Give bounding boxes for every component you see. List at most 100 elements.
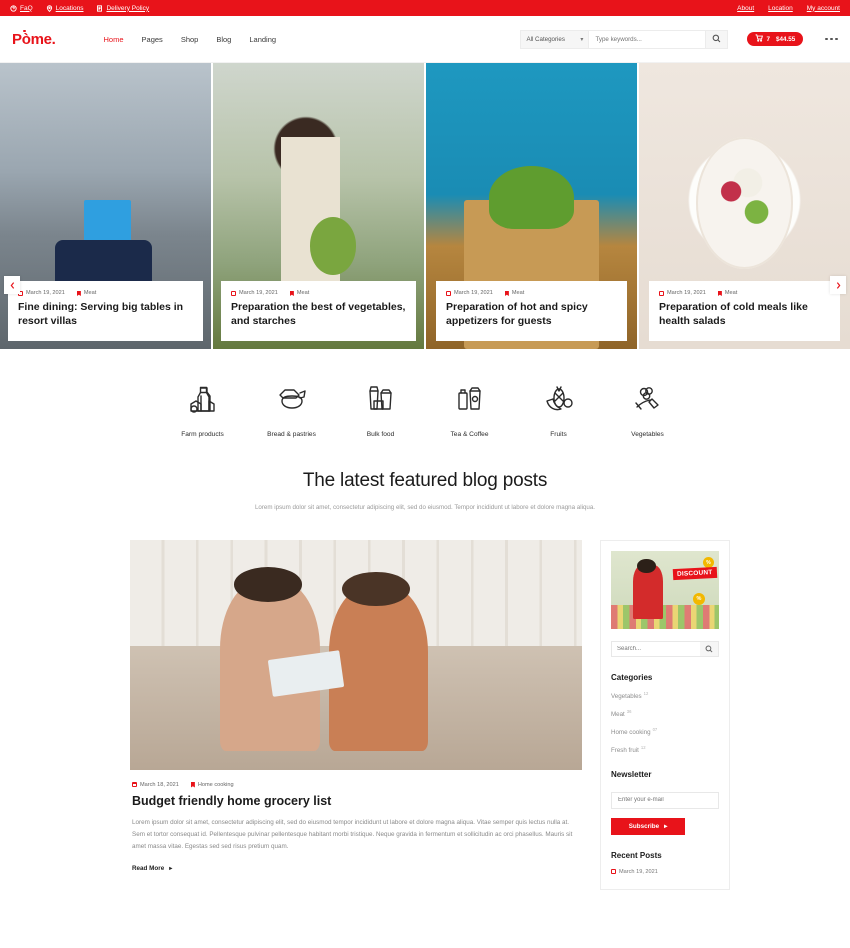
nav-item-pages[interactable]: Pages xyxy=(142,35,163,44)
logo-dot-icon xyxy=(23,29,26,32)
topbar-right-links: About Location My account xyxy=(737,5,840,12)
calendar-icon xyxy=(231,290,236,296)
sidebar-category-label: Meat xyxy=(611,710,625,718)
recent-post-date: March 19, 2021 xyxy=(619,868,658,875)
site-logo[interactable]: Pòme. xyxy=(12,29,60,48)
category-bulk-food[interactable]: Bulk food xyxy=(336,379,425,438)
slide-title[interactable]: Preparation of cold meals like health sa… xyxy=(659,301,830,329)
post-body: March 18, 2021 Home cooking Budget frien… xyxy=(130,770,582,872)
sidebar-category-meat[interactable]: Meat 36 xyxy=(611,709,719,718)
slide-date: March 19, 2021 xyxy=(659,290,706,296)
slide-date-label: March 19, 2021 xyxy=(454,290,493,297)
category-select[interactable]: All Categories ▾ xyxy=(520,29,589,49)
category-bread-pastries[interactable]: Bread & pastries xyxy=(247,379,336,438)
recent-post-item[interactable]: March 19, 2021 xyxy=(611,869,719,875)
post-meta: March 18, 2021 Home cooking xyxy=(132,782,580,788)
category-shortcuts: Farm products Bread & pastries Bulk food… xyxy=(0,349,850,460)
nav-item-shop[interactable]: Shop xyxy=(181,35,199,44)
sidebar-recent-posts-title: Recent Posts xyxy=(611,850,662,860)
read-more-button[interactable]: Read More ▸ xyxy=(132,865,580,872)
slide-category-label: Meat xyxy=(724,290,738,297)
bookmark-icon xyxy=(289,290,294,297)
carousel-slide[interactable]: March 19, 2021 Meat Preparation of cold … xyxy=(639,63,850,349)
topbar-link-delivery-policy-label: Delivery Policy xyxy=(106,4,150,12)
percent-badge-icon: % xyxy=(693,592,705,605)
sidebar-category-vegetables[interactable]: Vegetables 12 xyxy=(611,691,719,700)
topbar-link-faq-label: FaQ xyxy=(20,4,33,12)
calendar-icon xyxy=(132,782,137,788)
post-date: March 18, 2021 xyxy=(132,782,179,788)
category-label: Bulk food xyxy=(366,431,395,438)
slide-category-label: Meat xyxy=(83,290,97,297)
page-title: The latest featured blog posts xyxy=(302,470,548,491)
sidebar-category-label: Vegetables xyxy=(611,692,642,700)
nav-item-blog[interactable]: Blog xyxy=(216,35,231,44)
carousel-next-button[interactable] xyxy=(830,276,846,294)
slide-date-label: March 19, 2021 xyxy=(239,290,278,297)
search-button[interactable] xyxy=(706,29,729,49)
category-farm-products[interactable]: Farm products xyxy=(158,379,247,438)
sidebar-search-input[interactable] xyxy=(612,641,700,656)
slide-title[interactable]: Preparation the best of vegetables, and … xyxy=(231,301,406,329)
category-fruits[interactable]: Fruits xyxy=(514,379,603,438)
post-cover-image-two-women-kitchen[interactable] xyxy=(130,539,582,770)
promo-banner-discount[interactable]: % DISCOUNT % xyxy=(611,550,719,629)
slide-date: March 19, 2021 xyxy=(231,290,278,296)
carousel-prev-button[interactable] xyxy=(4,276,20,294)
slide-title[interactable]: Fine dining: Serving big tables in resor… xyxy=(18,301,193,329)
sidebar-category-home-cooking[interactable]: Home cooking 07 xyxy=(611,727,719,736)
read-more-label: Read More xyxy=(132,864,165,872)
pineapple-banana-icon xyxy=(539,379,579,421)
chevron-down-icon: ▾ xyxy=(580,36,584,43)
post-title[interactable]: Budget friendly home grocery list xyxy=(132,794,580,808)
header-search-area: All Categories ▾ 7 $44.55 xyxy=(520,29,838,49)
figure-shape xyxy=(611,605,719,629)
slide-caption: March 19, 2021 Meat Preparation the best… xyxy=(221,281,416,341)
figure-shape xyxy=(233,567,302,602)
sidebar-category-label: Fresh fruit xyxy=(611,747,639,755)
chevron-left-icon xyxy=(10,276,15,294)
slide-caption: March 19, 2021 Meat Preparation of cold … xyxy=(649,281,840,341)
topbar-link-faq[interactable]: FaQ xyxy=(10,5,33,12)
carousel-slide[interactable]: March 19, 2021 Meat Preparation of hot a… xyxy=(426,63,637,349)
sidebar-newsletter-title: Newsletter xyxy=(611,770,652,780)
sidebar-category-label: Home cooking xyxy=(611,728,651,736)
topbar-link-about[interactable]: About xyxy=(737,5,754,12)
bookmark-icon xyxy=(717,290,722,297)
newsletter-email-input[interactable] xyxy=(611,791,719,809)
carousel-slide[interactable]: March 19, 2021 Meat Preparation the best… xyxy=(213,63,424,349)
nav-item-home[interactable]: Home xyxy=(104,35,124,44)
topbar-link-my-account[interactable]: My account xyxy=(807,5,840,12)
slide-meta: March 19, 2021 Meat xyxy=(659,290,830,296)
sidebar-search-button[interactable] xyxy=(700,641,718,656)
sidebar-category-count: 12 xyxy=(643,690,649,696)
dot-icon xyxy=(835,37,838,41)
sidebar: % DISCOUNT % Categories Vegetables12 Mea… xyxy=(600,539,730,890)
category-label: Bread & pastries xyxy=(267,431,316,438)
tea-coffee-icon xyxy=(450,379,490,421)
cart-button[interactable]: 7 $44.55 xyxy=(747,32,804,46)
page-root: FaQ Locations Delivery Policy About Loca… xyxy=(0,0,850,948)
top-utility-bar: FaQ Locations Delivery Policy About Loca… xyxy=(0,0,850,16)
slide-category: Meat xyxy=(76,290,97,297)
bulk-bags-icon xyxy=(361,379,401,421)
site-logo-text: Pòme. xyxy=(12,30,56,48)
carousel-slide[interactable]: March 19, 2021 Meat Fine dining: Serving… xyxy=(0,63,211,349)
nav-item-landing[interactable]: Landing xyxy=(249,35,276,44)
topbar-link-locations[interactable]: Locations xyxy=(46,5,83,12)
search-input[interactable] xyxy=(588,29,707,49)
topbar-link-delivery-policy[interactable]: Delivery Policy xyxy=(96,5,149,12)
slide-category: Meat xyxy=(504,290,524,296)
slide-title[interactable]: Preparation of hot and spicy appetizers … xyxy=(446,301,617,329)
slide-meta: March 19, 2021 Meat xyxy=(231,290,406,296)
more-options-button[interactable] xyxy=(825,37,838,41)
sidebar-category-fresh-fruit[interactable]: Fresh fruit 12 xyxy=(611,745,719,754)
hero-carousel: March 19, 2021 Meat Fine dining: Serving… xyxy=(0,63,850,349)
category-vegetables[interactable]: Vegetables xyxy=(603,379,692,438)
category-label: Farm products xyxy=(181,431,224,438)
category-tea-coffee[interactable]: Tea & Coffee xyxy=(425,379,514,438)
subscribe-button[interactable]: Subscribe ▸ xyxy=(611,817,685,835)
promo-badge-label: DISCOUNT xyxy=(673,566,718,581)
topbar-link-location[interactable]: Location xyxy=(768,5,793,12)
document-icon xyxy=(96,4,103,12)
